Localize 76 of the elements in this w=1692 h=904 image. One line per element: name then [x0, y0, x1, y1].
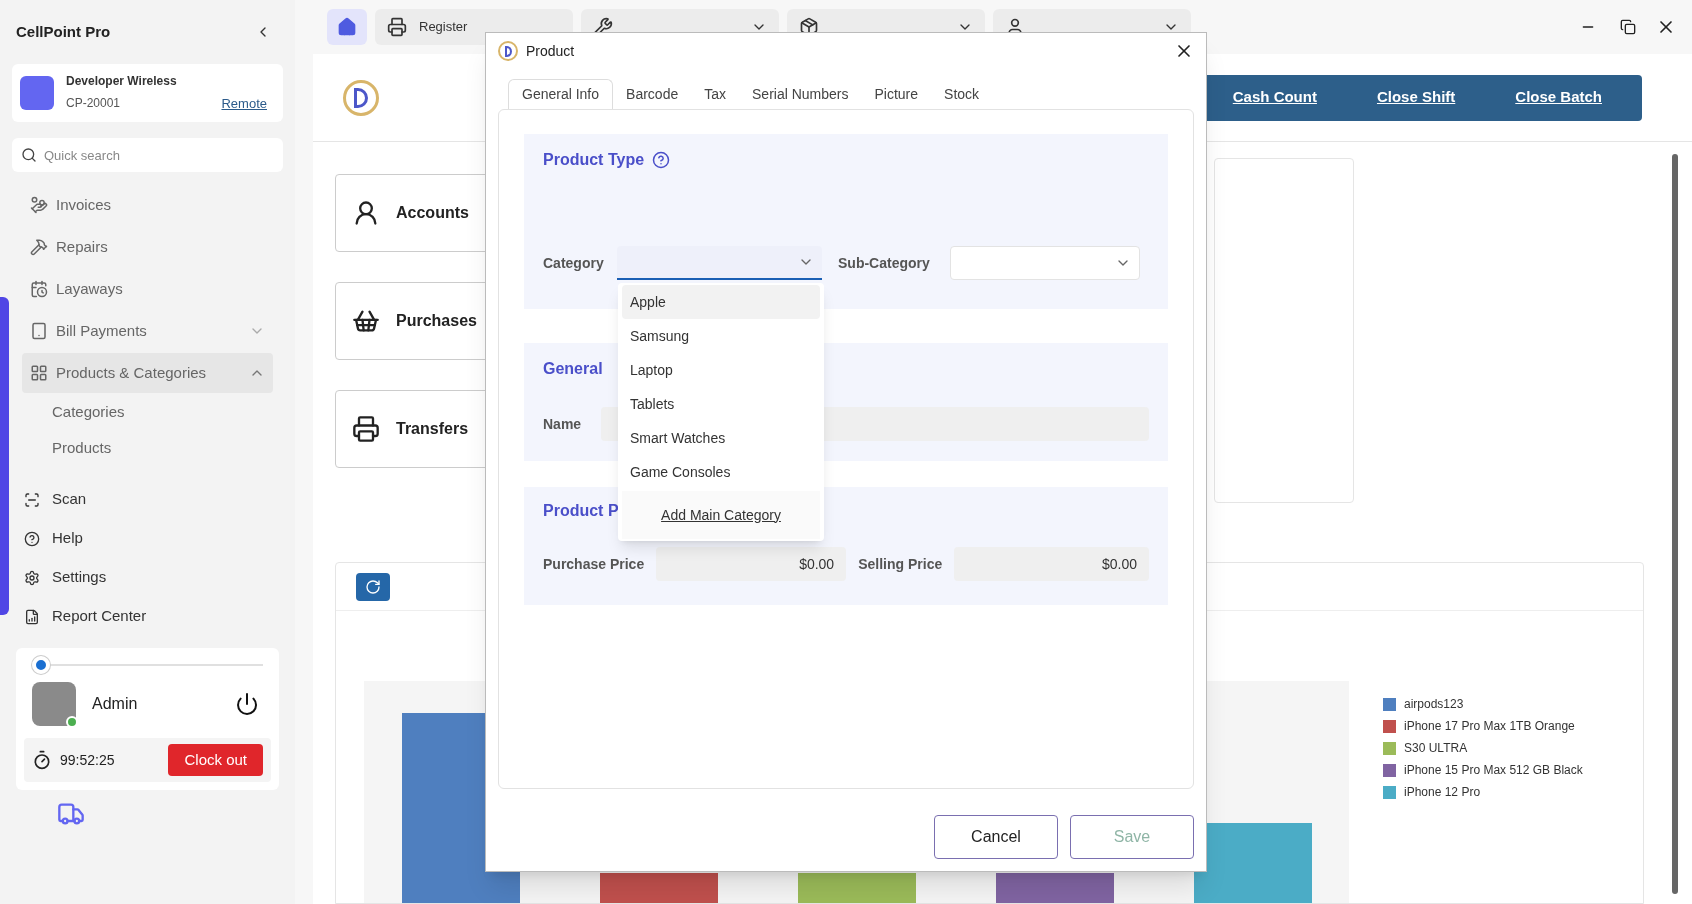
store-code: CP-20001: [66, 95, 121, 113]
legend-label: airpods123: [1404, 696, 1464, 713]
action-link[interactable]: Close Batch: [1515, 86, 1602, 109]
nav-subitem[interactable]: Categories: [52, 394, 295, 430]
dropdown-option[interactable]: Smart Watches: [622, 421, 820, 455]
home-icon: [337, 17, 357, 37]
tool-icon: [24, 530, 40, 547]
tool-icon: [24, 569, 40, 586]
nav-subitem[interactable]: Products: [52, 430, 295, 466]
nav-item[interactable]: Repairs: [22, 227, 273, 267]
field-label: Sub-Category: [838, 253, 930, 273]
tool-item[interactable]: Settings: [24, 558, 295, 597]
field-label: Purchase Price: [543, 554, 645, 574]
tool-item[interactable]: Report Center: [24, 597, 295, 636]
nav-icon: [30, 280, 48, 298]
module-icon: [352, 415, 380, 443]
dialog-tab[interactable]: Tax: [691, 79, 739, 109]
nav-item[interactable]: Bill Payments: [22, 311, 273, 351]
app-logo: [498, 41, 518, 61]
refresh-icon: [365, 578, 381, 595]
dropdown-option[interactable]: Apple: [622, 285, 820, 319]
dialog-tab[interactable]: Stock: [931, 79, 993, 109]
category-select[interactable]: [617, 246, 822, 280]
avatar: [32, 682, 76, 726]
nav-icon: [30, 238, 48, 256]
field-label: Name: [543, 414, 583, 434]
tool-icon: [24, 491, 40, 508]
tool-icon: [24, 608, 40, 625]
refresh-button[interactable]: [356, 572, 390, 601]
store-name: Developer Wireless: [66, 73, 178, 91]
legend-label: S30 ULTRA: [1404, 740, 1468, 757]
timer-text: 99:52:25: [60, 750, 116, 770]
dialog-tab[interactable]: Barcode: [613, 79, 692, 109]
app-title: CellPoint Pro: [16, 21, 111, 42]
dialog-tab[interactable]: General Info: [508, 79, 614, 109]
legend-label: iPhone 17 Pro Max 1TB Orange: [1404, 718, 1575, 735]
dropdown-option[interactable]: Game Consoles: [622, 455, 820, 489]
tool-item[interactable]: Scan: [24, 480, 295, 519]
section-heading: Product P: [543, 501, 619, 521]
legend-label: iPhone 12 Pro: [1404, 784, 1481, 801]
clock-out-button[interactable]: Clock out: [168, 744, 263, 776]
dropdown-option[interactable]: Samsung: [622, 319, 820, 353]
app-logo: [343, 79, 379, 116]
nav-item[interactable]: Layaways: [22, 269, 273, 309]
store-logo: [20, 76, 54, 110]
timer-icon: [32, 750, 52, 770]
field-label: Category: [543, 253, 605, 273]
dropdown-option[interactable]: Laptop: [622, 353, 820, 387]
nav-item[interactable]: Products & Categories: [22, 353, 273, 393]
nav-item[interactable]: Invoices: [22, 185, 273, 225]
search-field[interactable]: Quick search: [12, 138, 283, 172]
legend-label: iPhone 15 Pro Max 512 GB Black: [1404, 762, 1583, 779]
purchase-price-field[interactable]: $0.00: [656, 547, 847, 581]
dialog-tab[interactable]: Picture: [861, 79, 932, 109]
power-icon[interactable]: [235, 692, 259, 716]
dropdown-option[interactable]: Tablets: [622, 387, 820, 421]
restore-icon[interactable]: [1620, 19, 1636, 35]
action-link[interactable]: Cash Count: [1232, 86, 1317, 109]
nav-icon: [30, 364, 48, 382]
nav-icon: [30, 322, 48, 340]
section-heading: General: [543, 359, 603, 379]
remote-link[interactable]: Remote: [221, 94, 267, 114]
tab-icon: [387, 17, 407, 37]
home-button[interactable]: [327, 9, 367, 45]
nav-icon: [30, 196, 48, 214]
cancel-button[interactable]: Cancel: [934, 815, 1058, 859]
action-link[interactable]: Close Shift: [1376, 86, 1456, 109]
search-icon: [21, 147, 37, 163]
field-label: Selling Price: [858, 554, 943, 574]
selling-price-field[interactable]: $0.00: [954, 547, 1149, 581]
tool-item[interactable]: Help: [24, 519, 295, 558]
help-icon[interactable]: [652, 151, 671, 169]
section-heading: Product Type: [543, 150, 645, 170]
slider-thumb[interactable]: [32, 656, 50, 674]
user-name: Admin: [92, 694, 139, 714]
dialog-tab[interactable]: Serial Numbers: [739, 79, 862, 109]
